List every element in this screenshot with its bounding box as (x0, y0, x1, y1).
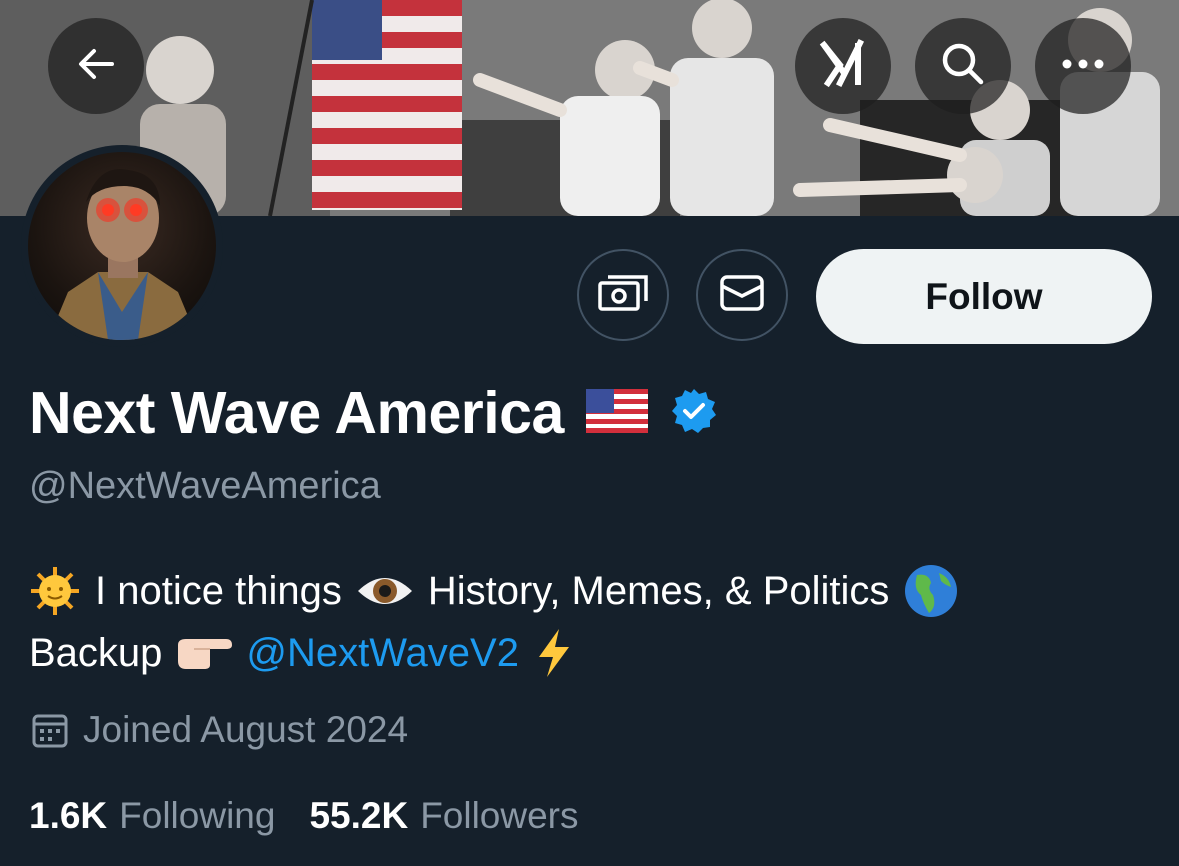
profile-name-row: Next Wave America (29, 378, 718, 448)
grok-button[interactable] (795, 18, 891, 114)
search-button[interactable] (915, 18, 1011, 114)
following-count: 1.6K (29, 795, 108, 836)
lightning-emoji (533, 627, 573, 679)
sun-with-face-emoji (29, 565, 81, 617)
back-button[interactable] (48, 18, 144, 114)
profile-bio: I notice things History, Memes, & Politi… (29, 560, 1149, 684)
bio-text-topics: History, Memes, & Politics (427, 569, 890, 613)
bio-line-1: I notice things History, Memes, & Politi… (29, 560, 1149, 622)
subscribe-button[interactable] (577, 249, 669, 341)
globe-americas-emoji (903, 563, 959, 619)
followers-label: Followers (420, 795, 579, 836)
following-label: Following (119, 795, 276, 836)
profile-avatar[interactable] (21, 145, 223, 347)
more-horizontal-icon (1061, 57, 1105, 75)
profile-handle: @NextWaveAmerica (29, 465, 381, 507)
bio-text-backup: Backup (29, 631, 163, 675)
envelope-icon (719, 274, 765, 317)
follow-button[interactable]: Follow (816, 249, 1152, 344)
pointing-right-emoji (176, 635, 233, 671)
search-icon (939, 40, 987, 93)
eye-emoji (356, 571, 414, 611)
us-flag-emoji (585, 388, 648, 438)
display-name: Next Wave America (29, 380, 564, 446)
calendar-icon (31, 711, 69, 749)
backup-account-link[interactable]: @NextWaveV2 (246, 622, 519, 684)
bio-text-notice: I notice things (95, 569, 342, 613)
arrow-left-icon (74, 42, 118, 91)
followers-link[interactable]: 55.2K Followers (309, 795, 578, 837)
avatar-image (28, 152, 216, 340)
message-button[interactable] (696, 249, 788, 341)
grok-icon (818, 38, 868, 94)
joined-date: Joined August 2024 (83, 709, 409, 750)
bio-line-2: Backup @NextWaveV2 (29, 622, 1149, 684)
profile-stats: 1.6K Following 55.2K Followers (29, 792, 579, 840)
verified-badge-icon[interactable] (670, 387, 718, 440)
money-icon (597, 273, 649, 318)
followers-count: 55.2K (309, 795, 409, 836)
following-link[interactable]: 1.6K Following (29, 795, 275, 837)
more-button[interactable] (1035, 18, 1131, 114)
joined-info: Joined August 2024 (31, 706, 408, 754)
